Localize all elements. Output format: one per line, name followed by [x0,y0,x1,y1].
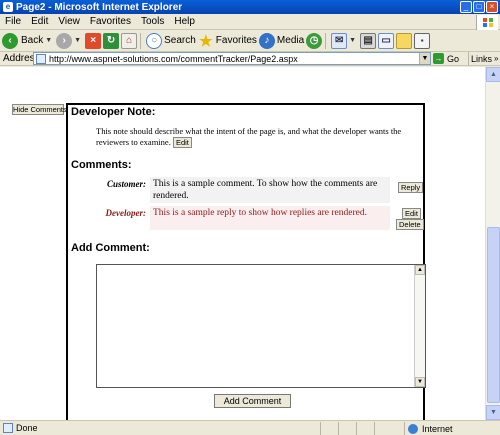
maximize-button[interactable]: □ [473,1,485,13]
favorites-label: Favorites [215,35,257,46]
menu-help[interactable]: Help [169,16,200,27]
page-content: Hide Comments Developer Note: This note … [0,67,485,420]
delete-reply-button[interactable]: Delete [396,219,424,230]
media-label: Media [276,35,305,46]
window-title: Page2 - Microsoft Internet Explorer [16,1,183,13]
back-arrow-icon: ‹ [2,32,18,49]
page-icon [36,53,46,64]
developer-note-text: This note should describe what the inten… [96,126,402,147]
developer-note: This note should describe what the inten… [96,126,416,148]
menu-favorites[interactable]: Favorites [85,16,136,27]
menu-edit[interactable]: Edit [26,16,53,27]
discuss-icon [396,32,413,49]
history-icon: ◷ [306,32,323,49]
address-dropdown-icon[interactable]: ▼ [419,53,430,64]
menu-view[interactable]: View [53,16,85,27]
security-zone: Internet [404,422,500,435]
stop-button[interactable]: × [85,31,102,51]
messenger-button[interactable]: ▪ [414,31,431,51]
minimize-button[interactable]: _ [460,1,472,13]
comment-text: This is a sample comment. To show how th… [150,177,390,203]
forward-button[interactable]: › ▼ [56,31,83,51]
scroll-up-icon[interactable]: ▲ [415,265,425,275]
address-label: Address [3,53,40,64]
links-chevron-icon: » [494,54,499,63]
edit-reply-button[interactable]: Edit [402,208,421,219]
media-icon: ♪ [258,32,275,49]
address-url[interactable]: http://www.aspnet-solutions.com/commentT… [49,54,298,64]
developer-note-heading: Developer Note: [71,106,156,118]
toolbar-divider [140,32,142,49]
menu-bar: File Edit View Favorites Tools Help [0,14,500,30]
ie-app-icon: e [3,2,13,12]
add-comment-heading: Add Comment: [71,242,150,254]
edit-page-icon: ▭ [378,32,395,49]
search-button[interactable]: ○ Search [146,31,196,51]
comment-row: Developer: This is a sample reply to sho… [68,206,424,230]
status-bar: Done Internet [0,420,500,435]
home-icon: ⌂ [121,32,138,49]
reply-button[interactable]: Reply [398,182,424,193]
status-panes [320,422,392,435]
favorites-star-icon: ★ [199,32,213,50]
go-label: Go [447,53,460,64]
stop-icon: × [85,32,102,49]
back-label: Back [21,35,44,46]
mail-icon: ✉ [331,32,348,49]
refresh-button[interactable]: ↻ [103,31,120,51]
internet-globe-icon [408,423,418,434]
scroll-down-icon[interactable]: ▼ [415,377,425,387]
comment-text: This is a sample reply to show how repli… [150,206,390,230]
hide-comments-button[interactable]: Hide Comments [12,104,67,115]
scroll-up-icon[interactable]: ▲ [486,67,500,82]
address-input[interactable]: http://www.aspnet-solutions.com/commentT… [33,52,431,65]
links-button[interactable]: Links » [468,52,498,65]
scroll-down-icon[interactable]: ▼ [486,405,500,420]
status-text: Done [16,423,38,433]
scrollbar-thumb[interactable] [487,227,500,403]
comments-heading: Comments: [71,159,132,171]
page-scrollbar[interactable]: ▲ ▼ [485,67,500,420]
history-button[interactable]: ◷ [306,31,323,51]
links-label: Links [471,53,493,64]
go-arrow-icon: → [433,53,444,64]
mail-dropdown-icon[interactable]: ▼ [349,37,356,44]
favorites-button[interactable]: ★ Favorites [198,31,257,51]
close-button[interactable]: × [486,1,498,13]
search-icon: ○ [146,32,163,49]
toolbar-divider [325,32,327,49]
back-dropdown-icon[interactable]: ▼ [45,37,52,44]
standard-toolbar: ‹ Back ▼ › ▼ × ↻ ⌂ ○ Search ★ Favorites … [0,30,500,52]
go-button[interactable]: → Go [433,52,459,65]
home-button[interactable]: ⌂ [121,31,138,51]
window-controls: _ □ × [460,1,498,13]
comment-author: Developer: [105,208,146,218]
printer-icon: ▤ [360,32,377,49]
comment-textarea[interactable]: ▲ ▼ [96,264,426,388]
comment-panel: Developer Note: This note should describ… [66,103,426,420]
page-done-icon [3,423,13,433]
mail-button[interactable]: ✉ ▼ [331,31,358,51]
menu-file[interactable]: File [0,16,26,27]
address-bar: Address http://www.aspnet-solutions.com/… [0,52,500,66]
title-bar: e Page2 - Microsoft Internet Explorer _ … [0,0,500,14]
messenger-icon: ▪ [414,32,431,49]
comment-row: Customer: This is a sample comment. To s… [68,177,424,203]
textarea-scrollbar[interactable]: ▲ ▼ [414,265,425,387]
windows-logo-icon [476,15,498,30]
back-button[interactable]: ‹ Back ▼ [2,31,54,51]
edit-button[interactable]: ▭ [378,31,395,51]
edit-note-button[interactable]: Edit [172,137,192,148]
add-comment-button[interactable]: Add Comment [214,394,291,408]
comment-author: Customer: [106,179,146,189]
discuss-button[interactable] [396,31,413,51]
forward-arrow-icon: › [56,32,73,49]
print-button[interactable]: ▤ [360,31,377,51]
refresh-icon: ↻ [103,32,120,49]
menu-tools[interactable]: Tools [136,16,169,27]
search-label: Search [164,35,196,46]
media-button[interactable]: ♪ Media [258,31,305,51]
forward-dropdown-icon[interactable]: ▼ [74,37,81,44]
zone-label: Internet [422,423,453,434]
